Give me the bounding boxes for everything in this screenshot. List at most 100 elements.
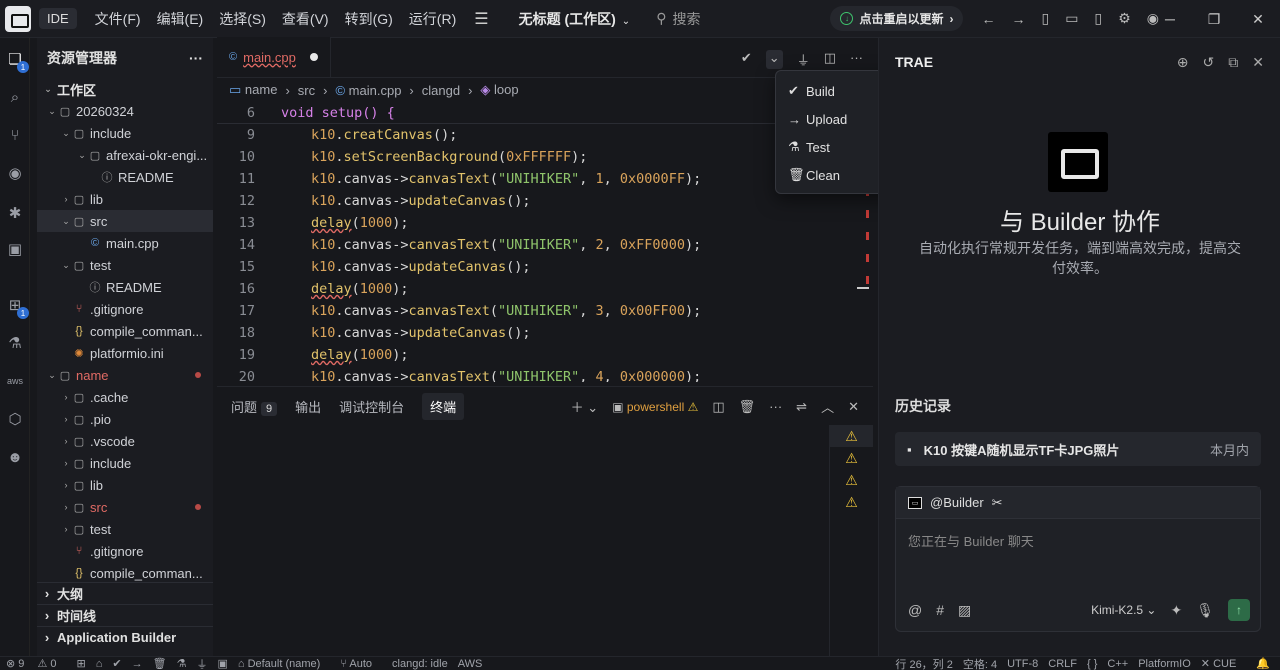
chevron-down-icon[interactable]: ⌄ [765, 50, 783, 69]
workspace-root[interactable]: ⌄ 工作区 [37, 78, 213, 100]
split-editor-icon[interactable]: ◫ [824, 50, 836, 69]
tree-item[interactable]: ⌄ ▢ name [37, 364, 213, 386]
remote-status-icon[interactable]: ⊞ [77, 657, 86, 670]
settings-gear-icon[interactable]: ⚙ [1118, 10, 1131, 27]
history-item[interactable]: ▪ K10 按键A随机显示TF卡JPG照片 本月内 [895, 432, 1261, 466]
upload-arrow-icon[interactable]: → [132, 658, 143, 670]
menu-item[interactable]: 编辑(E) [149, 9, 212, 29]
update-button[interactable]: ↓ 点击重启以更新 › [830, 6, 964, 31]
explorer-icon[interactable]: ❏ 1 [4, 48, 29, 73]
breadcrumb-item[interactable]: clangd [422, 83, 460, 98]
trash-icon[interactable]: 🗑 [739, 399, 756, 415]
terminal-icon[interactable]: ▣ [217, 657, 227, 670]
builder-mention[interactable]: @Builder [930, 495, 984, 510]
cursor-position[interactable]: 行 26，列 2 [895, 657, 952, 670]
encoding-status[interactable]: UTF-8 [1007, 658, 1038, 670]
build-check-icon[interactable]: ✔ [741, 50, 752, 69]
auto-status[interactable]: ⑂ Auto [340, 658, 382, 670]
tree-item[interactable]: ✺ platformio.ini [37, 342, 213, 364]
history-icon[interactable]: ↺ [1203, 54, 1215, 71]
cue-status[interactable]: ✕ CUE [1201, 657, 1247, 670]
terminal-selector[interactable]: ▣ powershell ⚠ [612, 400, 698, 414]
extensions-icon[interactable]: ⊞ 1 [4, 294, 29, 319]
menu-item[interactable]: 转到(G) [337, 9, 401, 29]
notification-bell-icon[interactable]: 🔔 [1256, 657, 1270, 670]
code-view[interactable]: 6 void setup() {9 k10. creatCanvas (); 10 k10.… [217, 102, 857, 382]
app-builder-section[interactable]: › Application Builder [37, 626, 213, 648]
home-icon[interactable]: ⌂ [96, 658, 103, 670]
forward-arrow-icon[interactable]: → [1011, 11, 1025, 27]
indent-status[interactable]: 空格: 4 [963, 657, 997, 670]
tree-item[interactable]: ⌄ ▢ test [37, 254, 213, 276]
warning-icon[interactable]: ⚠ [830, 469, 873, 491]
panel-tab[interactable]: 调试控制台 [339, 397, 404, 416]
send-button[interactable]: ↑ [1228, 599, 1250, 621]
panel-tab[interactable]: 终端 [422, 392, 465, 420]
close-panel-icon[interactable]: ✕ [848, 399, 859, 415]
add-terminal-icon[interactable]: ＋ ⌄ [571, 397, 599, 416]
hamburger-icon[interactable]: ☰ [474, 9, 488, 29]
aws-status[interactable]: AWS [458, 658, 483, 670]
tab-main-cpp[interactable]: © main.cpp [217, 37, 331, 77]
alien-icon[interactable]: ☻ [4, 446, 26, 468]
source-control-icon[interactable]: ⑂ [4, 124, 26, 146]
microphone-icon[interactable]: 🎙 [1196, 602, 1214, 619]
menu-item[interactable]: 选择(S) [211, 9, 274, 29]
menu-item[interactable]: 查看(V) [274, 9, 337, 29]
tools-icon[interactable]: ✂ [992, 495, 1003, 511]
build-check-icon[interactable]: ✔ [112, 657, 121, 670]
breadcrumb-item[interactable]: © main.cpp [335, 83, 401, 98]
tree-item[interactable]: › ▢ .pio [37, 408, 213, 430]
new-chat-icon[interactable]: ⊕ [1177, 54, 1189, 71]
workspace-title[interactable]: 无标题 (工作区) ⌄ [519, 9, 631, 29]
tree-item[interactable]: › ▢ .vscode [37, 430, 213, 452]
close-icon[interactable]: ✕ [1252, 54, 1264, 71]
tree-item[interactable]: › ▢ lib [37, 188, 213, 210]
image-icon[interactable]: ▨ [958, 602, 971, 619]
timeline-section[interactable]: › 时间线 [37, 604, 213, 626]
warning-icon[interactable]: ⚠ [830, 491, 873, 513]
testing-flask-icon[interactable]: ⚗ [4, 332, 26, 354]
tree-item[interactable]: {} compile_comman... [37, 562, 213, 584]
toggle-secondary-icon[interactable]: ▯ [1094, 10, 1102, 27]
ide-label[interactable]: IDE [39, 8, 77, 29]
clangd-status[interactable]: clangd: idle [392, 658, 448, 670]
toggle-panel-icon[interactable]: ▭ [1065, 10, 1078, 27]
search-replace-icon[interactable]: ⌕ [4, 86, 26, 108]
mention-at-icon[interactable]: @ [908, 602, 922, 618]
menu-item[interactable]: 文件(F) [87, 9, 149, 29]
panel-tab[interactable]: 输出 [295, 397, 321, 416]
panel-tab[interactable]: 问题 9 [231, 397, 278, 416]
back-arrow-icon[interactable]: ← [981, 11, 995, 27]
problems-status[interactable]: ⊗ 9 ⚠ 0 [6, 657, 67, 670]
eol-status[interactable]: CRLF [1048, 658, 1077, 670]
tree-item[interactable]: › ▢ .cache [37, 386, 213, 408]
tree-item[interactable]: ⓘ README [37, 166, 213, 188]
restore-icon[interactable]: ❐ [1192, 0, 1236, 38]
chat-input[interactable]: 您正在与 Builder 聊天 [896, 519, 1260, 562]
menu-item[interactable]: 运行(R) [401, 9, 464, 29]
cube-icon[interactable]: ⬡ [4, 408, 26, 430]
breadcrumb-item[interactable]: ◈ loop [480, 82, 518, 98]
tree-item[interactable]: ⌄ ▢ afrexai-okr-engi... [37, 144, 213, 166]
tree-item[interactable]: › ▢ lib [37, 474, 213, 496]
tree-item[interactable]: ⌄ ▢ include [37, 122, 213, 144]
search-box[interactable]: ⚲ 搜索 [656, 9, 700, 29]
unsaved-dot-icon[interactable] [309, 53, 318, 61]
eye-icon[interactable]: ◉ [4, 162, 26, 184]
tree-item[interactable]: › ▢ src [37, 496, 213, 518]
model-selector[interactable]: Kimi-K2.5 ⌄ [1091, 603, 1156, 617]
close-window-icon[interactable]: ✕ [1236, 0, 1280, 38]
tree-item[interactable]: ⓘ README [37, 276, 213, 298]
remote-icon[interactable]: ▣ [4, 238, 26, 260]
minimize-icon[interactable]: ─ [1148, 0, 1192, 38]
platform-status[interactable]: PlatformIO [1138, 658, 1191, 670]
braces-icon[interactable]: { } [1087, 658, 1097, 670]
toggle-sidebar-icon[interactable]: ▯ [1041, 10, 1049, 27]
tree-item[interactable]: ⑂ .gitignore [37, 298, 213, 320]
panel-layout-icon[interactable]: ⇌ [796, 399, 807, 415]
tree-item[interactable]: ⌄ ▢ 20260324 [37, 100, 213, 122]
tree-item[interactable]: {} compile_comman... [37, 320, 213, 342]
debug-icon[interactable]: ✱ [4, 202, 26, 224]
plug-icon[interactable]: ⏚ [797, 50, 810, 69]
